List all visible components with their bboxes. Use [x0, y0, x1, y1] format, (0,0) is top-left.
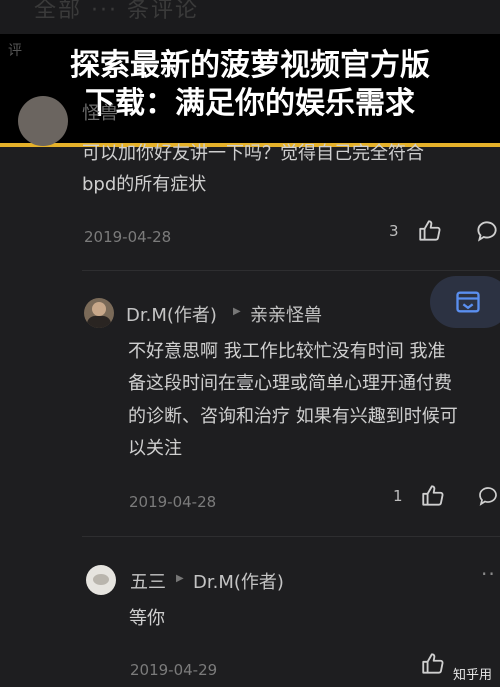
speech-bubble-icon[interactable]	[476, 483, 500, 509]
reply-text-line-4: 以关注	[128, 438, 182, 459]
thumbs-up-icon[interactable]	[420, 651, 446, 677]
speech-bubble-icon[interactable]	[474, 218, 500, 244]
divider	[82, 536, 500, 537]
reply-arrow-icon: ▶	[233, 306, 241, 317]
comment-text-line-2: bpd的所有症状	[82, 174, 207, 195]
comment-text-line-1: 可以加你好友讲一下吗？觉得自己完全符合	[82, 143, 424, 164]
watermark: 知乎用	[453, 668, 493, 683]
reply-author[interactable]: Dr.M(作者)	[126, 301, 217, 327]
comment-author[interactable]: 怪兽	[82, 99, 118, 125]
banner-line-1: 探索最新的菠萝视频官方版	[70, 48, 430, 83]
reply-to-user[interactable]: Dr.M(作者)	[193, 568, 284, 594]
badge-icon	[492, 288, 500, 316]
avatar[interactable]	[18, 96, 68, 146]
reply-text-line-1: 不好意思啊 我工作比较忙没有时间 我准	[128, 341, 446, 362]
comment-date: 2019-04-28	[84, 228, 172, 246]
reply-date: 2019-04-29	[130, 661, 218, 679]
top-bar: 全部 ··· 条评论	[0, 0, 500, 34]
reply-author[interactable]: 五三	[130, 568, 166, 594]
reply-date: 2019-04-28	[129, 493, 217, 511]
floating-action-button[interactable]	[430, 276, 500, 328]
reply-text-line-2: 备这段时间在壹心理或简单心理开通付费	[128, 373, 452, 394]
avatar[interactable]	[86, 565, 116, 595]
thumbs-up-icon[interactable]	[417, 218, 443, 244]
divider	[82, 270, 500, 271]
reply-arrow-icon: ▶	[176, 573, 184, 584]
like-count: 1	[393, 487, 403, 505]
headline-banner: 评 探索最新的菠萝视频官方版 下载：满足你的娱乐需求	[0, 34, 500, 147]
page-title-faint: 全部 ··· 条评论	[34, 0, 199, 23]
avatar[interactable]	[84, 298, 114, 328]
more-dots-icon[interactable]: ··	[481, 562, 496, 586]
reply-to-user[interactable]: 亲亲怪兽	[250, 301, 322, 327]
calendar-inbox-icon	[456, 291, 480, 313]
like-count: 3	[389, 222, 399, 240]
reply-text: 等你	[129, 608, 165, 629]
thumbs-up-icon[interactable]	[420, 483, 446, 509]
banner-line-2: 下载：满足你的娱乐需求	[85, 86, 415, 121]
reply-text-line-3: 的诊断、咨询和治疗 如果有兴趣到时候可	[128, 406, 458, 427]
